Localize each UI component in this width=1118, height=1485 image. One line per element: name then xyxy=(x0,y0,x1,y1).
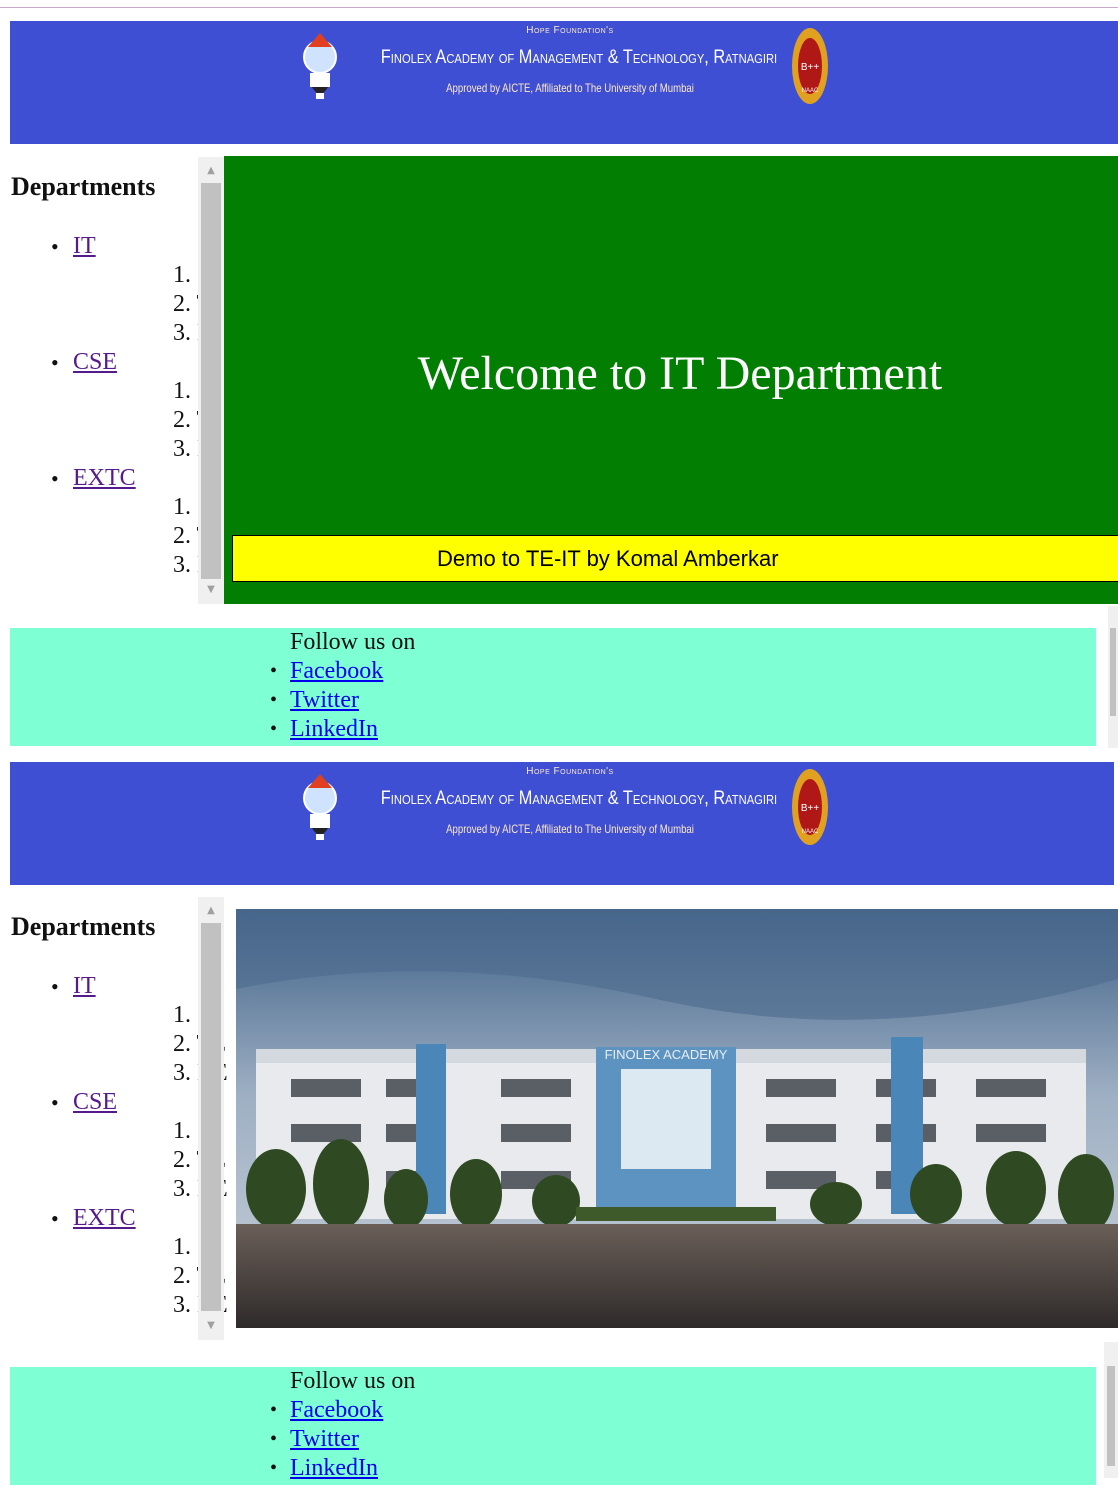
department-item-extc: EXTC 1. SE 2. TE 3. BE xyxy=(11,1204,228,1320)
departments-list: IT 1. SE 2. TE 3. BE CSE 1. SE 2. TE 3. … xyxy=(11,232,228,580)
scrollbar-thumb[interactable] xyxy=(201,183,221,579)
naac-seal-icon: B++ NAAC xyxy=(792,769,828,845)
department-link-cse[interactable]: CSE xyxy=(73,1089,117,1115)
department-link-extc[interactable]: EXTC xyxy=(73,465,136,491)
department-item-it: IT 1. SE 2. TE 3. BE xyxy=(11,972,228,1088)
banner-affiliation-line: Approved by AICTE, Affiliated to The Uni… xyxy=(446,822,694,836)
banner-foundation-line: Hope Foundation's xyxy=(526,766,614,777)
footer-frame: Follow us on Facebook Twitter LinkedIn xyxy=(10,628,1096,746)
department-link-it[interactable]: IT xyxy=(73,973,96,999)
footer-frame: Follow us on Facebook Twitter LinkedIn xyxy=(10,1367,1096,1485)
sidebar-scrollbar[interactable]: ▲ ▼ xyxy=(198,157,224,604)
scroll-down-arrow-icon[interactable]: ▼ xyxy=(198,1318,224,1334)
departments-heading: Departments xyxy=(11,912,156,941)
banner-college-name: Finolex Academy of Management & Technolo… xyxy=(380,788,778,809)
department-link-extc[interactable]: EXTC xyxy=(73,1205,136,1231)
footer-scrollbar-thumb[interactable] xyxy=(1110,628,1116,716)
footer-scrollbar[interactable] xyxy=(1108,606,1118,748)
college-banner: Hope Foundation's Finolex Academy of Man… xyxy=(10,21,1118,144)
departments-heading: Departments xyxy=(11,172,156,201)
scroll-down-arrow-icon[interactable]: ▼ xyxy=(198,582,224,598)
college-logo-icon xyxy=(303,33,337,99)
department-link-cse[interactable]: CSE xyxy=(73,349,117,375)
facebook-link[interactable]: Facebook xyxy=(290,1397,383,1423)
scrollbar-thumb[interactable] xyxy=(201,923,221,1311)
department-item-extc: EXTC 1. SE 2. TE 3. BE xyxy=(11,464,228,580)
linkedin-link[interactable]: LinkedIn xyxy=(290,1455,378,1481)
department-item-cse: CSE 1. SE 2. TE 3. BE xyxy=(11,1088,228,1204)
svg-text:NAAC: NAAC xyxy=(802,829,819,835)
demo-marquee: Demo to TE-IT by Komal Amberkar xyxy=(232,535,1118,582)
campus-photo: FINOLEX ACADEMY xyxy=(236,909,1118,1328)
follow-us-label: Follow us on xyxy=(290,1368,416,1394)
departments-list: IT 1. SE 2. TE 3. BE CSE 1. SE 2. TE 3. … xyxy=(11,972,228,1320)
banner-college-name: Finolex Academy of Management & Technolo… xyxy=(380,47,778,68)
banner-affiliation-line: Approved by AICTE, Affiliated to The Uni… xyxy=(446,81,694,95)
footer-scrollbar-thumb[interactable] xyxy=(1107,1366,1115,1466)
department-item-it: IT 1. SE 2. TE 3. BE xyxy=(11,232,228,348)
department-item-cse: CSE 1. SE 2. TE 3. BE xyxy=(11,348,228,464)
scroll-up-arrow-icon[interactable]: ▲ xyxy=(198,163,224,179)
campus-building-image: FINOLEX ACADEMY xyxy=(236,909,1118,1328)
college-logo-icon xyxy=(303,774,337,840)
twitter-link[interactable]: Twitter xyxy=(290,687,359,713)
banner-foundation-line: Hope Foundation's xyxy=(526,25,614,36)
footer-scrollbar[interactable] xyxy=(1104,1342,1118,1478)
welcome-frame: Welcome to IT Department Demo to TE-IT b… xyxy=(224,156,1118,604)
facebook-link[interactable]: Facebook xyxy=(290,658,383,684)
follow-us-label: Follow us on xyxy=(290,629,416,655)
department-link-it[interactable]: IT xyxy=(73,233,96,259)
social-links-list: Facebook Twitter LinkedIn xyxy=(270,657,383,744)
demo-text: Demo to TE-IT by Komal Amberkar xyxy=(437,546,779,571)
svg-text:NAAC: NAAC xyxy=(802,88,819,94)
welcome-heading: Welcome to IT Department xyxy=(417,347,943,400)
svg-text:B++: B++ xyxy=(801,62,820,73)
twitter-link[interactable]: Twitter xyxy=(290,1426,359,1452)
social-links-list: Facebook Twitter LinkedIn xyxy=(270,1396,383,1483)
window-top-border xyxy=(0,7,1118,8)
sidebar-scrollbar[interactable]: ▲ ▼ xyxy=(198,897,224,1340)
linkedin-link[interactable]: LinkedIn xyxy=(290,716,378,742)
scroll-up-arrow-icon[interactable]: ▲ xyxy=(198,903,224,919)
college-banner-2: Hope Foundation's Finolex Academy of Man… xyxy=(10,762,1114,885)
svg-text:FINOLEX ACADEMY: FINOLEX ACADEMY xyxy=(605,1047,728,1062)
naac-seal-icon: B++ NAAC xyxy=(792,28,828,104)
svg-text:B++: B++ xyxy=(801,803,820,814)
